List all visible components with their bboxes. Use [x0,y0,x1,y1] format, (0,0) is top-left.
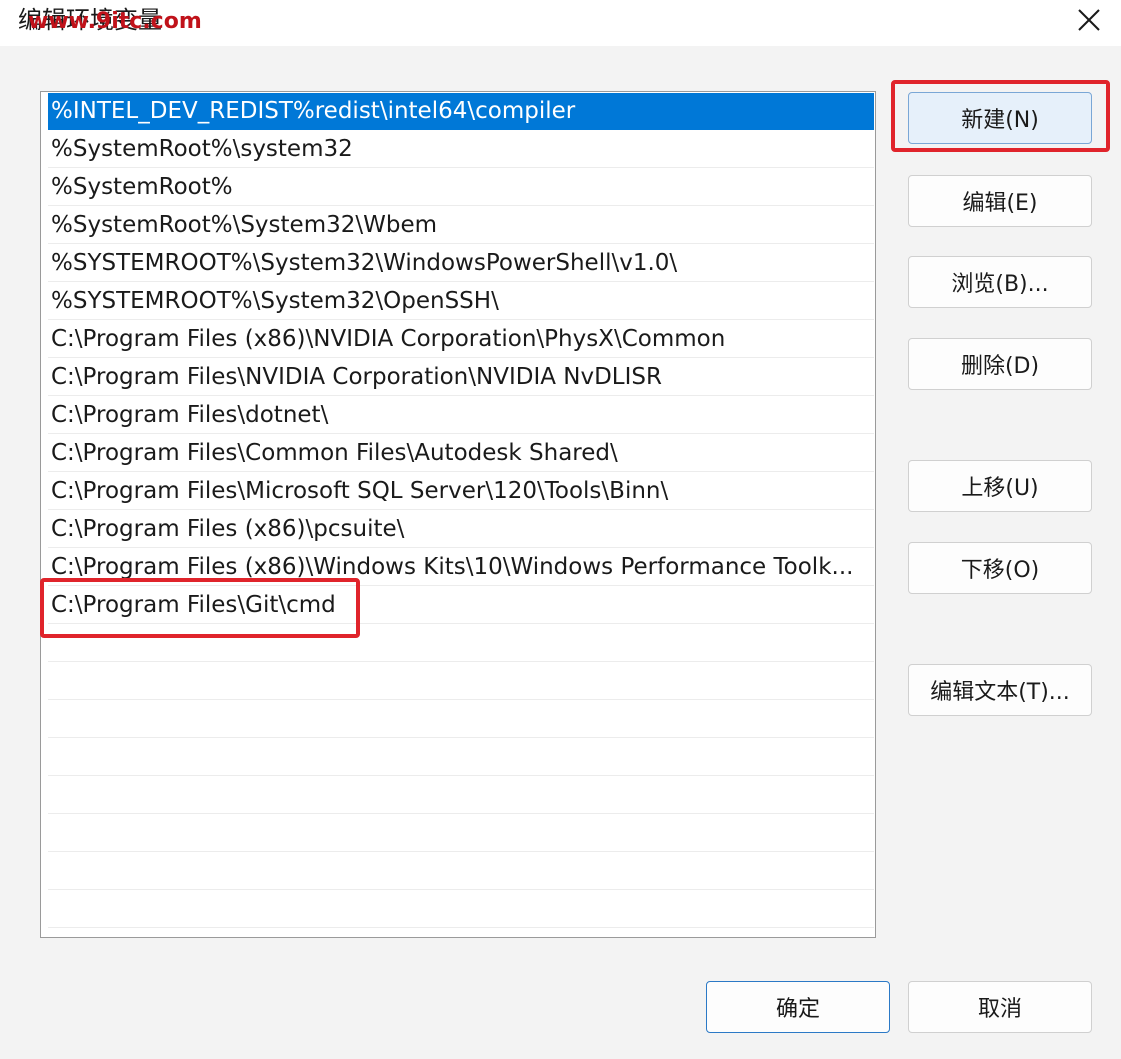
empty-list-row[interactable] [48,891,874,928]
new-button[interactable]: 新建(N) [908,92,1092,144]
list-item[interactable]: %SYSTEMROOT%\System32\WindowsPowerShell\… [48,245,874,282]
watermark-text: www.9itc.com [28,9,202,34]
list-item[interactable]: C:\Program Files (x86)\pcsuite\ [48,511,874,548]
list-item[interactable]: C:\Program Files\Git\cmd [48,587,874,624]
list-item[interactable]: %INTEL_DEV_REDIST%redist\intel64\compile… [48,93,874,130]
list-item[interactable]: %SystemRoot%\System32\Wbem [48,207,874,244]
list-item[interactable]: C:\Program Files\Microsoft SQL Server\12… [48,473,874,510]
list-item[interactable]: %SystemRoot% [48,169,874,206]
empty-list-row[interactable] [48,853,874,890]
title-bar: 编辑环境变量 www.9itc.com [0,0,1121,46]
edit-text-button[interactable]: 编辑文本(T)... [908,664,1092,716]
empty-list-row[interactable] [48,777,874,814]
list-item[interactable]: C:\Program Files\dotnet\ [48,397,874,434]
browse-button[interactable]: 浏览(B)... [908,256,1092,308]
delete-button[interactable]: 删除(D) [908,338,1092,390]
empty-list-row[interactable] [48,815,874,852]
edit-button[interactable]: 编辑(E) [908,175,1092,227]
list-item[interactable]: %SystemRoot%\system32 [48,131,874,168]
path-list[interactable]: %INTEL_DEV_REDIST%redist\intel64\compile… [40,91,876,938]
list-item[interactable]: C:\Program Files (x86)\Windows Kits\10\W… [48,549,874,586]
empty-list-row[interactable] [48,663,874,700]
cancel-button[interactable]: 取消 [908,981,1092,1033]
list-item[interactable]: C:\Program Files (x86)\NVIDIA Corporatio… [48,321,874,358]
empty-list-row[interactable] [48,739,874,776]
close-icon [1078,9,1100,31]
move-up-button[interactable]: 上移(U) [908,460,1092,512]
edit-environment-variable-dialog: 编辑环境变量 www.9itc.com %INTEL_DEV_REDIST%re… [0,0,1121,1059]
list-item[interactable]: %SYSTEMROOT%\System32\OpenSSH\ [48,283,874,320]
list-item[interactable]: C:\Program Files\Common Files\Autodesk S… [48,435,874,472]
ok-button[interactable]: 确定 [706,981,890,1033]
empty-list-row[interactable] [48,701,874,738]
move-down-button[interactable]: 下移(O) [908,542,1092,594]
list-item[interactable]: C:\Program Files\NVIDIA Corporation\NVID… [48,359,874,396]
empty-list-row[interactable] [48,625,874,662]
close-button[interactable] [1066,0,1112,40]
